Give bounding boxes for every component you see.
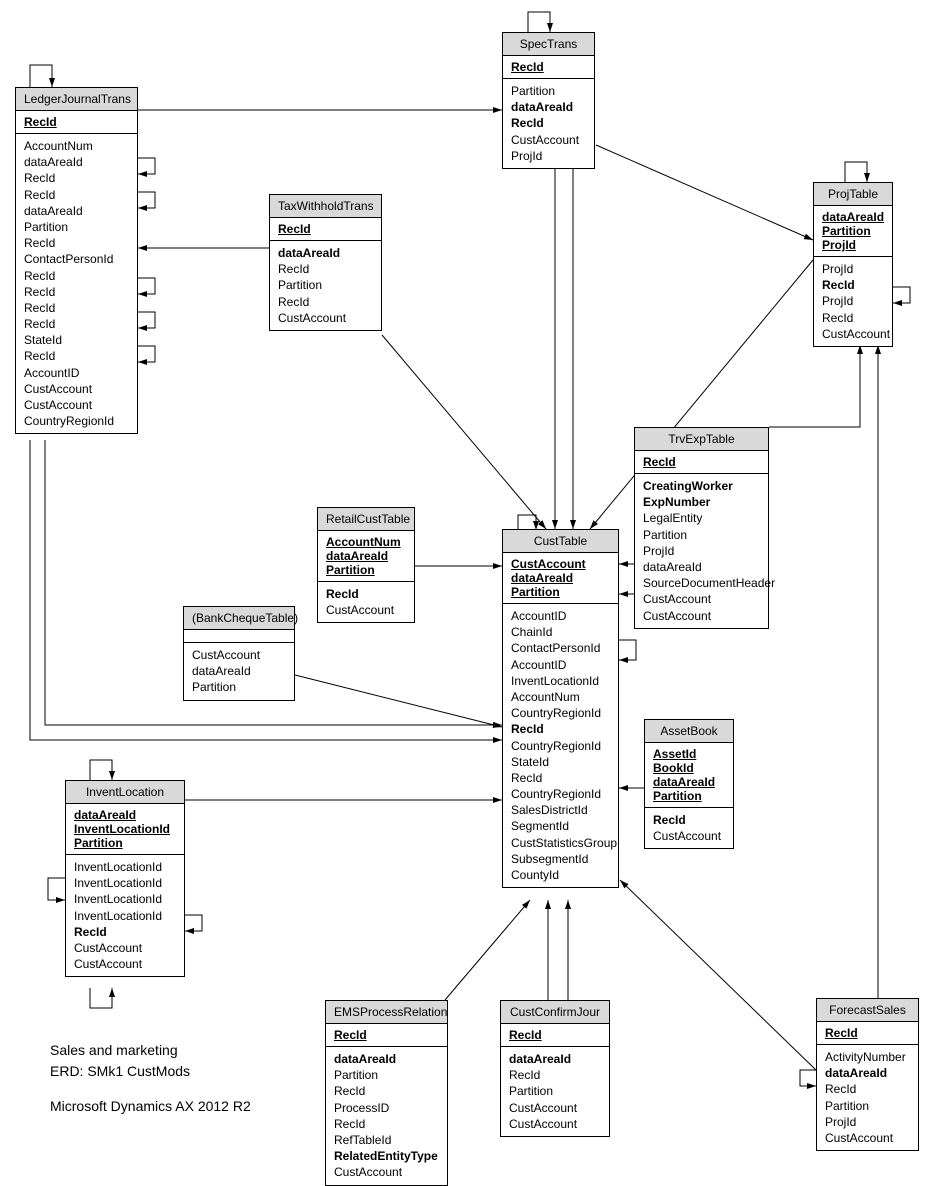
entity-pk: AccountNumdataAreaIdPartition [318, 530, 414, 582]
entity-title: EMSProcessRelation [326, 1001, 447, 1023]
entity-attrs: dataAreaIdRecIdPartitionRecIdCustAccount [270, 241, 381, 330]
entity-title: CustConfirmJour [501, 1001, 609, 1023]
erd-relationship-lines [0, 0, 927, 1163]
entity-emsprocessrelation: EMSProcessRelation RecId dataAreaIdParti… [325, 1000, 448, 1186]
entity-attrs: CustAccountdataAreaIdPartition [184, 642, 294, 700]
entity-attrs: dataAreaIdRecIdPartitionCustAccountCustA… [501, 1047, 609, 1136]
entity-title: RetailCustTable [318, 508, 414, 530]
entity-pk: RecId [501, 1023, 609, 1047]
entity-inventlocation: InventLocation dataAreaIdInventLocationI… [65, 780, 185, 977]
entity-attrs: PartitiondataAreaIdRecIdCustAccountProjI… [503, 79, 594, 168]
entity-title: (BankChequeTable) [184, 607, 294, 629]
entity-custconfirmjour: CustConfirmJour RecId dataAreaIdRecIdPar… [500, 1000, 610, 1137]
entity-pk: RecId [635, 450, 768, 474]
caption-line: Sales and marketing [50, 1040, 251, 1061]
entity-attrs: ProjIdRecIdProjIdRecIdCustAccount [814, 257, 892, 346]
entity-title: AssetBook [645, 720, 733, 742]
entity-title: TrvExpTable [635, 428, 768, 450]
entity-retailcusttable: RetailCustTable AccountNumdataAreaIdPart… [317, 507, 415, 623]
entity-title: InventLocation [66, 781, 184, 803]
entity-spectrans: SpecTrans RecId PartitiondataAreaIdRecId… [502, 32, 595, 169]
entity-pk: RecId [16, 110, 137, 134]
entity-pk: dataAreaIdInventLocationIdPartition [66, 803, 184, 855]
entity-forecastsales: ForecastSales RecId ActivityNumberdataAr… [816, 998, 919, 1151]
entity-title: LedgerJournalTrans [16, 88, 137, 110]
entity-pk: RecId [817, 1021, 918, 1045]
entity-title: SpecTrans [503, 33, 594, 55]
entity-title: TaxWithholdTrans [270, 195, 381, 217]
entity-assetbook: AssetBook AssetIdBookIddataAreaIdPartiti… [644, 719, 734, 849]
entity-taxwithholdtrans: TaxWithholdTrans RecId dataAreaIdRecIdPa… [269, 194, 382, 331]
entity-title: ProjTable [814, 183, 892, 205]
entity-attrs: CreatingWorkerExpNumberLegalEntityPartit… [635, 474, 768, 628]
entity-attrs: AccountIDChainIdContactPersonIdAccountID… [503, 604, 618, 887]
entity-custtable: CustTable CustAccountdataAreaIdPartition… [502, 529, 619, 888]
entity-pk: CustAccountdataAreaIdPartition [503, 552, 618, 604]
entity-projtable: ProjTable dataAreaIdPartitionProjId Proj… [813, 182, 893, 347]
caption-line: ERD: SMk1 CustMods [50, 1061, 251, 1082]
diagram-caption: Sales and marketing ERD: SMk1 CustMods M… [50, 1040, 251, 1117]
entity-attrs: ActivityNumberdataAreaIdRecIdPartitionPr… [817, 1045, 918, 1150]
entity-trvexptable: TrvExpTable RecId CreatingWorkerExpNumbe… [634, 427, 769, 629]
entity-attrs: RecIdCustAccount [645, 808, 733, 848]
entity-pk: AssetIdBookIddataAreaIdPartition [645, 742, 733, 808]
entity-pk: dataAreaIdPartitionProjId [814, 205, 892, 257]
entity-pk: RecId [503, 55, 594, 79]
entity-pk: RecId [270, 217, 381, 241]
entity-pk [184, 629, 294, 642]
entity-bankchequetable: (BankChequeTable) CustAccountdataAreaIdP… [183, 606, 295, 701]
entity-attrs: dataAreaIdPartitionRecIdProcessIDRecIdRe… [326, 1047, 447, 1185]
entity-attrs: RecIdCustAccount [318, 582, 414, 622]
entity-attrs: InventLocationIdInventLocationIdInventLo… [66, 855, 184, 976]
caption-line: Microsoft Dynamics AX 2012 R2 [50, 1096, 251, 1117]
entity-title: CustTable [503, 530, 618, 552]
entity-ledgerjournaltrans: LedgerJournalTrans RecId AccountNumdataA… [15, 87, 138, 434]
entity-attrs: AccountNumdataAreaIdRecIdRecIddataAreaId… [16, 134, 137, 433]
entity-pk: RecId [326, 1023, 447, 1047]
entity-title: ForecastSales [817, 999, 918, 1021]
